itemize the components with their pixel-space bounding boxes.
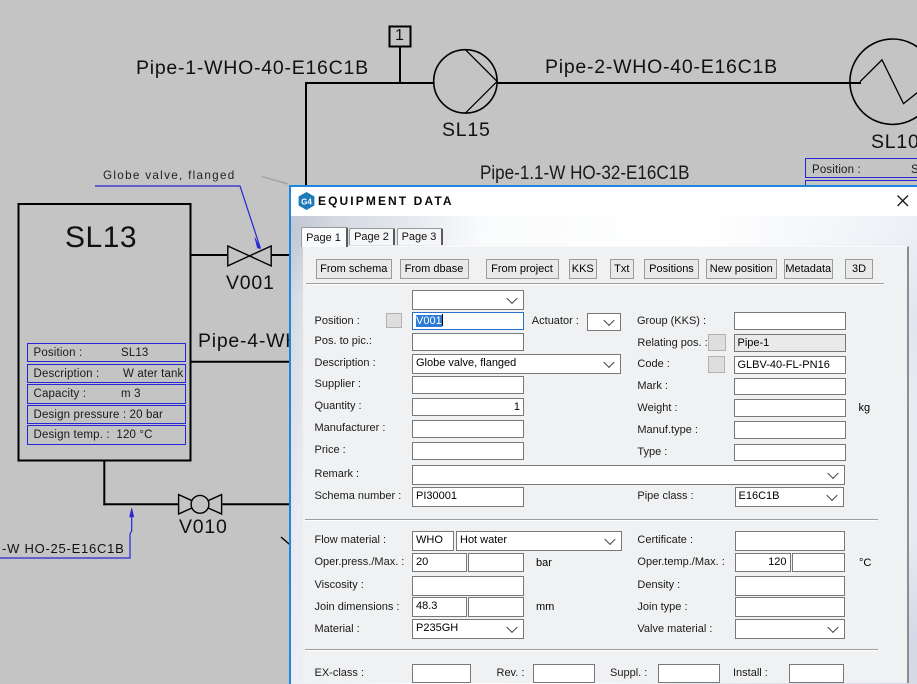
svg-text:G4: G4 [301,197,312,206]
